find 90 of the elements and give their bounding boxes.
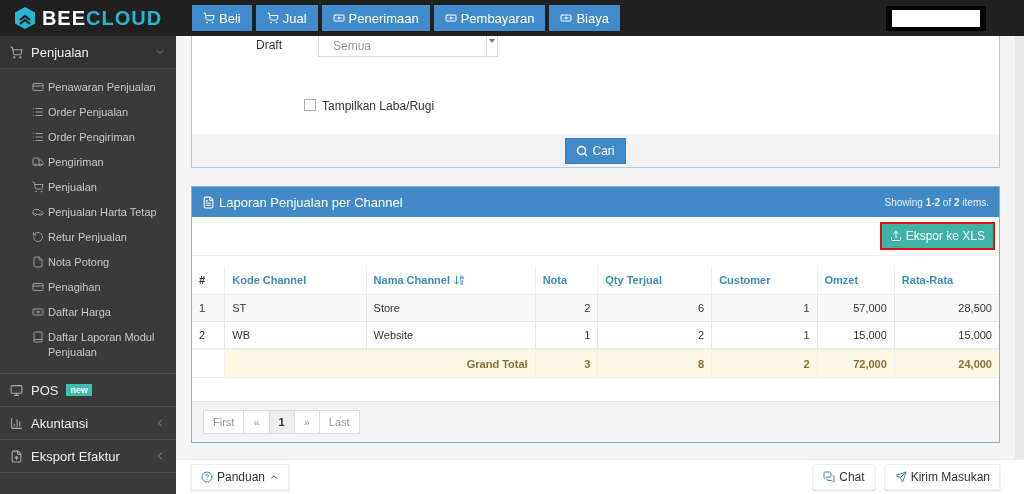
logo-wordmark: BEECLOUD [41, 6, 163, 30]
sidebar-submenu-item[interactable]: Penjualan [0, 175, 176, 200]
sidebar-submenu-item[interactable]: Pengiriman [0, 150, 176, 175]
menu-icon [10, 416, 23, 430]
sidebar-submenu-item[interactable]: Nota Potong [0, 250, 176, 275]
nav-button[interactable]: Pembayaran [433, 5, 546, 31]
total-label: Grand Total [224, 349, 536, 377]
sidebar-submenu-item[interactable]: Penjualan Harta Tetap [0, 200, 176, 225]
column-header[interactable]: Kode Channel [224, 266, 367, 295]
sidebar-submenu-item[interactable]: Daftar Laporan Modul Penjualan [0, 325, 176, 365]
help-icon [201, 471, 213, 483]
search-icon [576, 145, 589, 157]
table-cell: 57,000 [817, 294, 895, 322]
sidebar-submenu-item[interactable]: Penagihan [0, 275, 176, 300]
nav-button[interactable]: Biaya [549, 5, 620, 31]
panel-title: Laporan Penjualan per Channel [202, 194, 403, 210]
table-cell: 1 [711, 321, 818, 349]
sidebar-menu-item[interactable]: Penjualan [0, 36, 176, 69]
chevron-up-icon [269, 472, 280, 482]
table-cell: 2 [192, 321, 225, 349]
nav-button[interactable]: Jual [255, 5, 318, 31]
table-cell: 15,000 [817, 321, 895, 349]
total-cell: 8 [597, 349, 712, 377]
banknote-icon [332, 12, 345, 24]
scrollbar[interactable] [1015, 36, 1024, 459]
sidebar-submenu-item[interactable]: Daftar Harga [0, 300, 176, 325]
menu-icon [32, 156, 44, 168]
total-cell: 24,000 [894, 349, 999, 377]
chat-icon [823, 471, 836, 483]
menu-icon [32, 331, 44, 343]
hexagon-logo-icon [13, 6, 36, 30]
menu-icon [32, 256, 44, 268]
column-header[interactable]: Nota [535, 266, 598, 295]
table-cell: Website [366, 321, 536, 349]
document-icon [202, 195, 215, 209]
sidebar-submenu-item[interactable]: Order Pengiriman [0, 125, 176, 150]
column-header[interactable]: # [192, 266, 225, 295]
column-header[interactable]: Rata-Rata [894, 266, 999, 295]
menu-icon [32, 131, 44, 143]
menu-icon [32, 206, 44, 218]
checkbox[interactable] [304, 99, 316, 111]
column-header[interactable]: Nama Channel [366, 266, 536, 295]
table-cell: 1 [535, 321, 598, 349]
cart-icon [266, 12, 279, 24]
menu-icon [10, 449, 23, 463]
banknote-icon [444, 12, 457, 24]
table-cell: 6 [597, 294, 712, 322]
table-cell: Store [366, 294, 536, 322]
column-header[interactable]: Qty Terjual [597, 266, 712, 295]
sort-icon [453, 274, 465, 286]
feedback-button[interactable]: Kirim Masukan [884, 464, 1000, 490]
cart-icon [203, 12, 215, 24]
items-summary: Showing 1-2 of 2 items. [884, 196, 989, 208]
checkbox-label: Tampilkan Laba/Rugi [322, 98, 435, 113]
menu-icon [10, 45, 23, 59]
nav-button[interactable]: Beli [192, 5, 252, 31]
sidebar-menu-item[interactable]: POS new [0, 374, 176, 407]
new-badge: new [66, 384, 92, 396]
nav-button[interactable]: Penerimaan [321, 5, 430, 31]
search-button[interactable]: Cari [565, 138, 626, 164]
sidebar-submenu-item[interactable]: Order Penjualan [0, 100, 176, 125]
menu-icon [32, 81, 44, 93]
column-header[interactable]: Customer [711, 266, 818, 295]
send-icon [894, 471, 907, 483]
total-cell: 72,000 [817, 349, 895, 377]
table-cell: 1 [711, 294, 818, 322]
upload-icon [889, 230, 902, 242]
total-cell: 2 [711, 349, 818, 377]
table-cell: 2 [597, 321, 712, 349]
menu-icon [32, 231, 44, 243]
field-label: Draft [256, 37, 282, 52]
banknote-icon [560, 12, 573, 24]
chat-button[interactable]: Chat [813, 464, 875, 490]
menu-icon [32, 281, 44, 293]
pagination-button[interactable]: 1 [268, 410, 295, 434]
table-cell: 1 [192, 294, 225, 322]
table-cell: 15,000 [894, 321, 999, 349]
table-cell: ST [224, 294, 367, 322]
menu-icon [32, 181, 44, 193]
menu-icon [10, 383, 23, 397]
sidebar-submenu-item[interactable]: Penawaran Penjualan [0, 75, 176, 100]
menu-icon [32, 306, 44, 318]
table-cell: 28,500 [894, 294, 999, 322]
column-header[interactable]: Omzet [817, 266, 895, 295]
table-cell: 2 [535, 294, 598, 322]
menu-icon [32, 106, 44, 118]
help-button[interactable]: Panduan [191, 464, 290, 490]
table-cell: WB [224, 321, 367, 349]
sidebar-submenu-item[interactable]: Retur Penjualan [0, 225, 176, 250]
total-cell: 3 [535, 349, 598, 377]
